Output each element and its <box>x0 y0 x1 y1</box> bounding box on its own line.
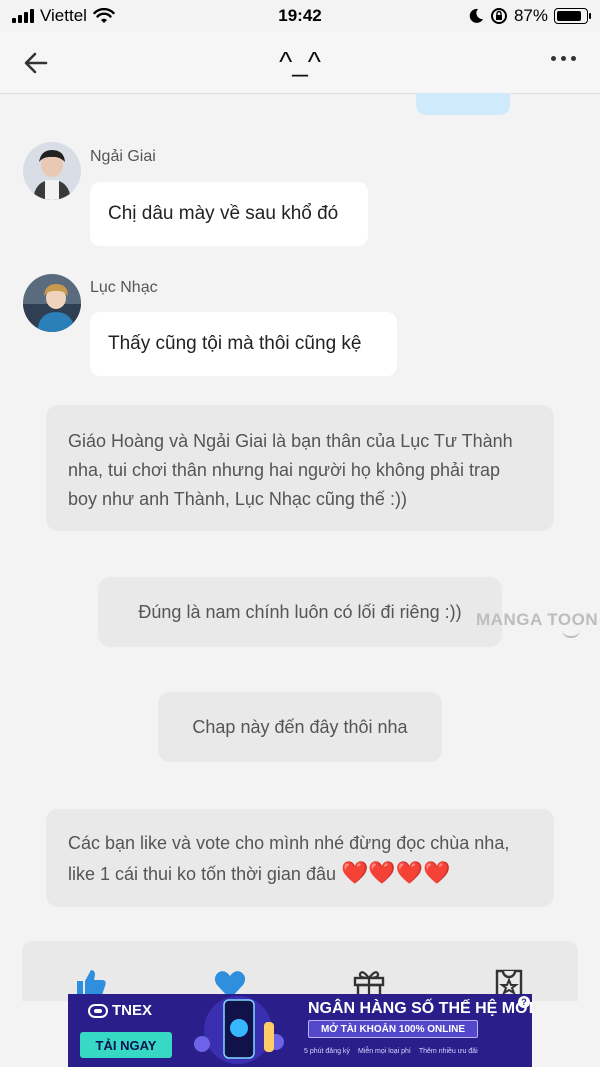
ad-download-button[interactable]: TẢI NGAY <box>80 1032 172 1058</box>
ad-help-icon[interactable]: ? <box>518 996 530 1008</box>
status-bar: Viettel 19:42 87% <box>0 0 600 32</box>
battery-percent: 87% <box>513 6 548 25</box>
avatar[interactable] <box>23 274 81 332</box>
sender-name: Ngải Giai <box>90 148 156 165</box>
ad-phone-illustration <box>194 996 284 1064</box>
ad-headline: NGÂN HÀNG SỐ THẾ HỆ MỚI <box>308 1000 532 1017</box>
sender-name: Lục Nhạc <box>90 279 158 296</box>
note-text: Đúng là nam chính luôn có lối đi riêng :… <box>138 601 462 622</box>
moon-icon <box>469 8 483 23</box>
ad-brand: TNEX <box>88 1002 152 1019</box>
battery-icon <box>554 8 591 24</box>
rotation-lock-icon <box>490 8 507 24</box>
watermark-text: MANGA TOON <box>476 610 599 629</box>
message-bubble: Chị dâu mày về sau khổ đó <box>90 182 368 246</box>
action-bar <box>22 941 578 1001</box>
author-note: Các bạn like và vote cho mình nhé đừng đ… <box>46 809 554 907</box>
note-text: Chap này đến đây thôi nha <box>192 716 408 737</box>
watermark: MANGA TOON <box>476 610 599 638</box>
message-bubble: Thấy cũng tội mà thôi cũng kệ <box>90 312 397 376</box>
previous-message-bubble <box>416 93 510 115</box>
ad-feature: Thêm nhiều ưu đãi <box>418 1048 478 1055</box>
hearts-emoji: ❤️❤️❤️❤️ <box>341 860 451 885</box>
top-nav-bar: ^_^ <box>0 32 600 94</box>
tnex-logo-icon <box>88 1003 108 1018</box>
ad-banner[interactable]: TNEX TẢI NGAY NGÂN HÀNG SỐ THẾ HỆ MỚI MỞ… <box>68 994 532 1067</box>
author-note: Giáo Hoàng và Ngải Giai là bạn thân của … <box>46 405 554 531</box>
ad-feature: Miễn mọi loại phí <box>357 1048 411 1055</box>
status-right: 87% <box>468 6 591 26</box>
ad-subline: MỞ TÀI KHOẢN 100% ONLINE <box>308 1020 478 1038</box>
ad-brand-name: TNEX <box>112 1002 153 1019</box>
note-text: Giáo Hoàng và Ngải Giai là bạn thân của … <box>68 431 513 509</box>
ad-feature: 5 phút đăng ký <box>304 1048 350 1055</box>
ad-features: 5 phút đăng ký Miễn mọi loại phí Thêm nh… <box>304 1048 478 1055</box>
avatar[interactable] <box>23 142 81 200</box>
smile-mark <box>562 630 580 638</box>
author-note: Đúng là nam chính luôn có lối đi riêng :… <box>98 577 502 647</box>
more-dots-icon[interactable] <box>551 56 576 61</box>
author-note: Chap này đến đây thôi nha <box>158 692 442 762</box>
page-title: ^_^ <box>279 46 321 77</box>
